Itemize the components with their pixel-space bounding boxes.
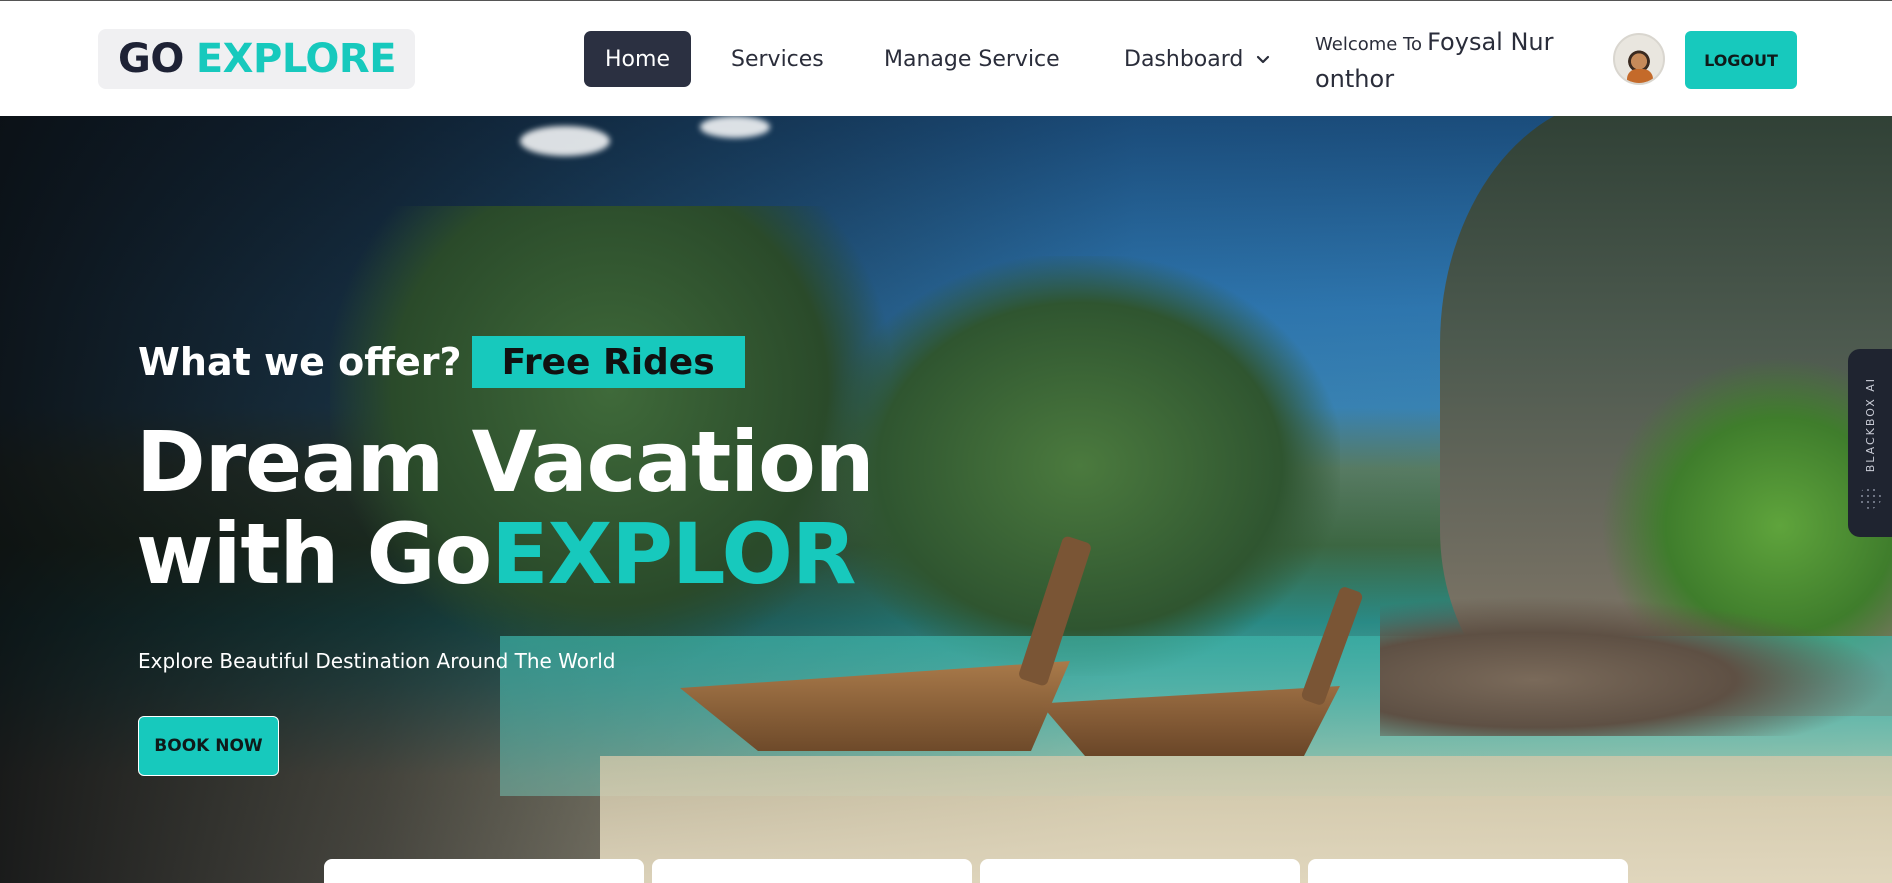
nav-dashboard-label: Dashboard [1124, 46, 1244, 72]
headline-line2-accent: EXPLOR [491, 505, 856, 603]
offer-text: What we offer? [138, 340, 462, 384]
user-avatar[interactable] [1613, 33, 1665, 85]
navbar: GO EXPLORE Home Services Manage Service … [0, 1, 1892, 116]
service-card[interactable] [324, 859, 644, 883]
welcome-message: Welcome To Foysal Nur onthor [1315, 25, 1615, 99]
cloud-shape [520, 126, 610, 156]
headline-line1: Dream Vacation [136, 413, 875, 511]
service-cards-row [324, 859, 1628, 883]
welcome-prefix: Welcome To [1315, 34, 1423, 55]
service-card[interactable] [980, 859, 1300, 883]
hero-headline: Dream Vacation with GoEXPLOR [136, 413, 875, 603]
blackbox-ai-widget[interactable]: BLACKBOX AI [1848, 349, 1892, 537]
user-name-line2: onthor [1315, 65, 1395, 93]
logout-button[interactable]: LOGOUT [1685, 31, 1797, 89]
blackbox-logo-icon [1859, 486, 1881, 509]
brand-name-part1: GO [118, 36, 184, 82]
nav-home[interactable]: Home [584, 31, 691, 87]
blackbox-label: BLACKBOX AI [1863, 377, 1877, 473]
offer-badge: Free Rides [471, 336, 745, 388]
beach-rocks [1380, 596, 1892, 736]
nav-dashboard[interactable]: Dashboard [1124, 31, 1271, 87]
user-name-line1: Foysal Nur [1427, 28, 1554, 56]
nav-manage-service[interactable]: Manage Service [884, 31, 1060, 87]
avatar-figure [1627, 69, 1653, 83]
offer-line: What we offer? Free Rides [138, 336, 745, 388]
service-card[interactable] [1308, 859, 1628, 883]
service-card[interactable] [652, 859, 972, 883]
hero-banner: What we offer? Free Rides Dream Vacation… [0, 116, 1892, 883]
brand-name-part2: EXPLORE [195, 36, 397, 82]
cliff-middle [820, 256, 1340, 676]
headline-line2-prefix: with Go [136, 505, 492, 603]
hero-subtitle: Explore Beautiful Destination Around The… [138, 649, 616, 673]
cloud-shape [700, 116, 770, 138]
brand-logo[interactable]: GO EXPLORE [98, 29, 415, 89]
chevron-down-icon [1257, 55, 1270, 64]
book-now-button[interactable]: BOOK NOW [138, 716, 279, 776]
nav-services[interactable]: Services [731, 31, 824, 87]
